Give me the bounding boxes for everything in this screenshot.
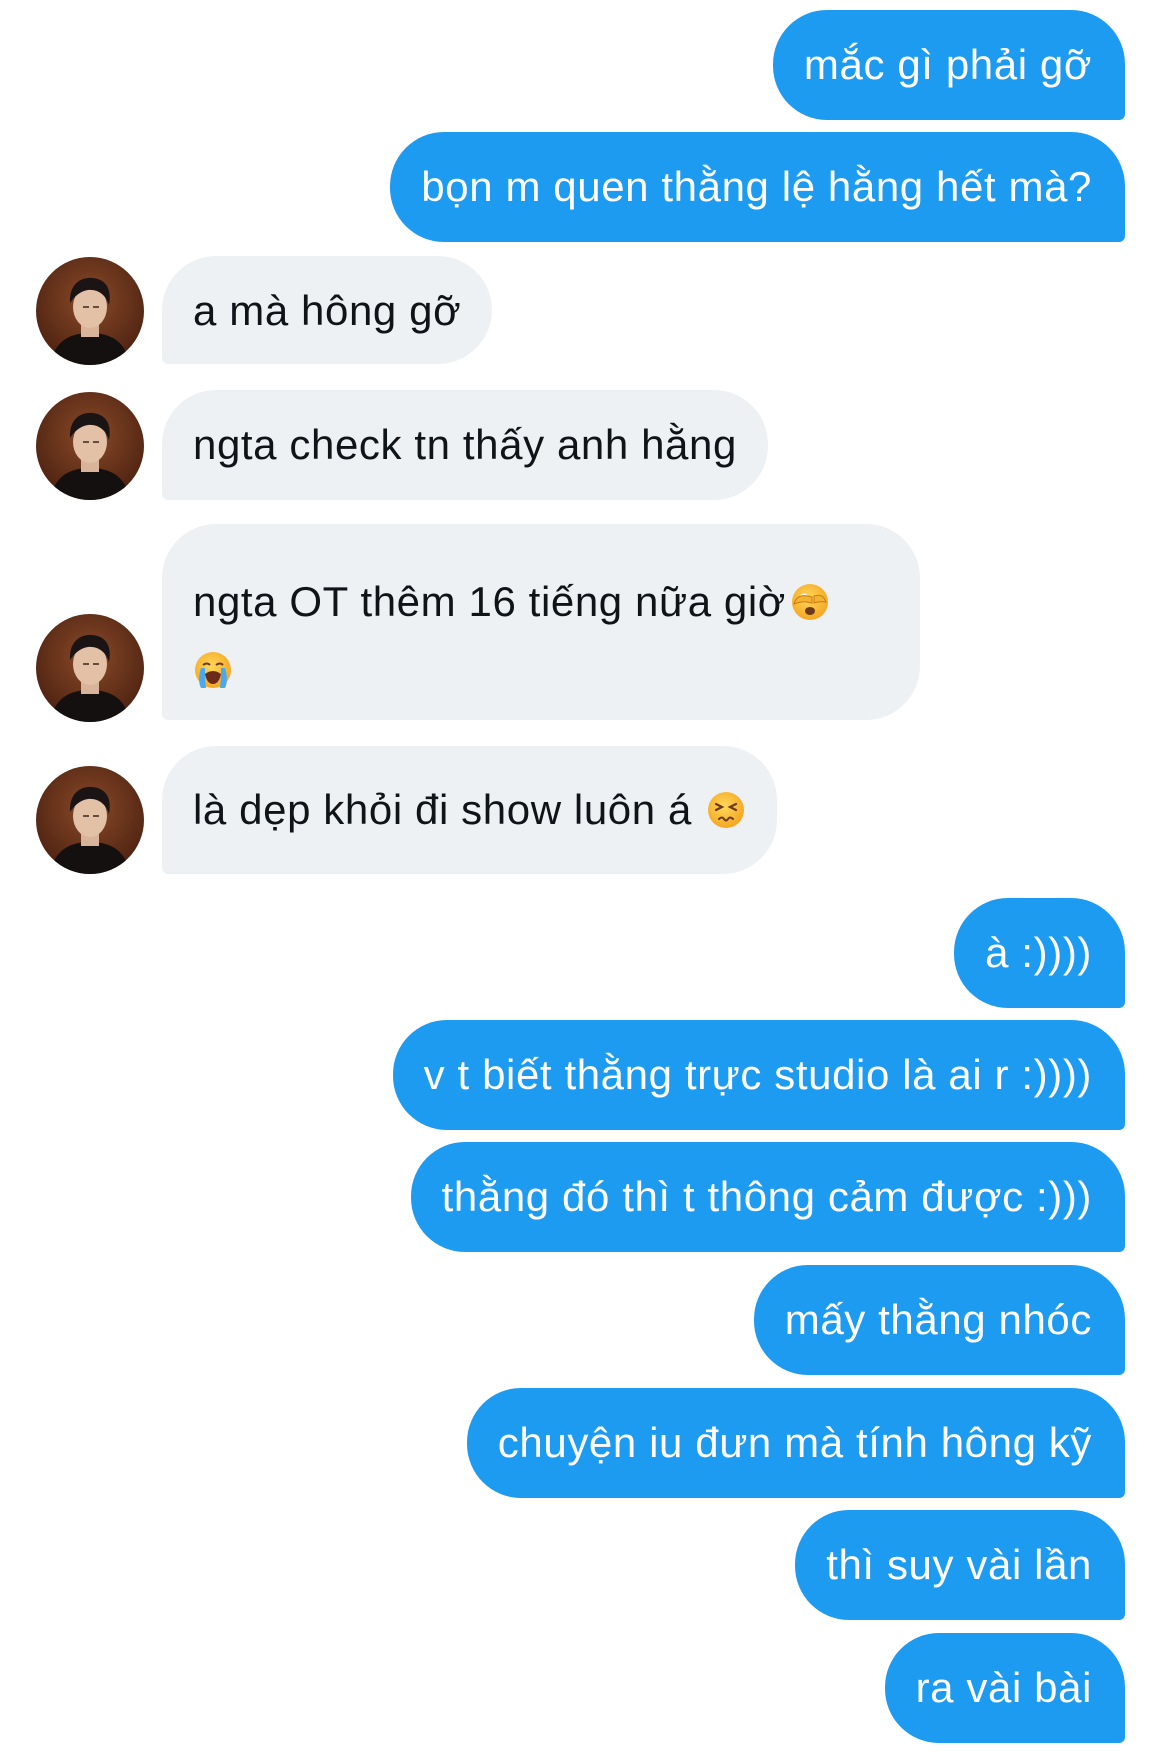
message-text: v t biết thằng trực studio là ai r :)))) (423, 1051, 1092, 1098)
loudly-crying-face-emoji-icon (193, 650, 233, 690)
message-bubble-sent[interactable]: v t biết thằng trực studio là ai r :)))) (392, 1020, 1125, 1130)
message-bubble-sent[interactable]: thì suy vài lần (795, 1510, 1125, 1620)
avatar[interactable] (36, 766, 144, 874)
avatar[interactable] (36, 614, 144, 722)
message-bubble-sent[interactable]: à :)))) (954, 898, 1125, 1008)
persevering-face-emoji-icon (706, 790, 746, 830)
message-bubble-received[interactable]: là dẹp khỏi đi show luôn á (162, 746, 777, 874)
message-bubble-received[interactable]: a mà hông gỡ (162, 256, 493, 364)
avatar[interactable] (36, 257, 144, 365)
message-text: mấy thằng nhóc (784, 1296, 1092, 1343)
message-bubble-sent[interactable]: thằng đó thì t thông cảm được :))) (410, 1142, 1125, 1252)
user-avatar-photo-icon (36, 614, 144, 722)
message-text: ra vài bài (915, 1664, 1092, 1711)
message-bubble-received[interactable]: ngta check tn thấy anh hằng (162, 390, 768, 500)
message-text: thì suy vài lần (826, 1541, 1092, 1588)
user-avatar-photo-icon (36, 392, 144, 500)
message-text: thằng đó thì t thông cảm được :))) (441, 1173, 1092, 1220)
message-text: bọn m quen thằng lệ hằng hết mà? (421, 163, 1092, 210)
user-avatar-photo-icon (36, 766, 144, 874)
message-text: chuyện iu đưn mà tính hông kỹ (497, 1419, 1092, 1466)
message-text: ngta OT thêm 16 tiếng nữa giờ (193, 578, 786, 625)
message-text: mắc gì phải gỡ (803, 41, 1092, 88)
message-bubble-sent[interactable]: ra vài bài (884, 1633, 1125, 1743)
message-text: a mà hông gỡ (193, 287, 462, 334)
avatar[interactable] (36, 392, 144, 500)
message-text: à :)))) (985, 929, 1092, 976)
message-bubble-received[interactable]: ngta OT thêm 16 tiếng nữa giờ (162, 524, 920, 720)
user-avatar-photo-icon (36, 257, 144, 365)
message-bubble-sent[interactable]: mắc gì phải gỡ (772, 10, 1125, 120)
face-with-peeking-eye-emoji-icon (790, 582, 830, 622)
message-bubble-sent[interactable]: mấy thằng nhóc (753, 1265, 1125, 1375)
message-text: ngta check tn thấy anh hằng (193, 421, 737, 468)
message-bubble-sent[interactable]: bọn m quen thằng lệ hằng hết mà? (390, 132, 1125, 242)
message-bubble-sent[interactable]: chuyện iu đưn mà tính hông kỹ (466, 1388, 1125, 1498)
message-text: là dẹp khỏi đi show luôn á (193, 786, 692, 833)
